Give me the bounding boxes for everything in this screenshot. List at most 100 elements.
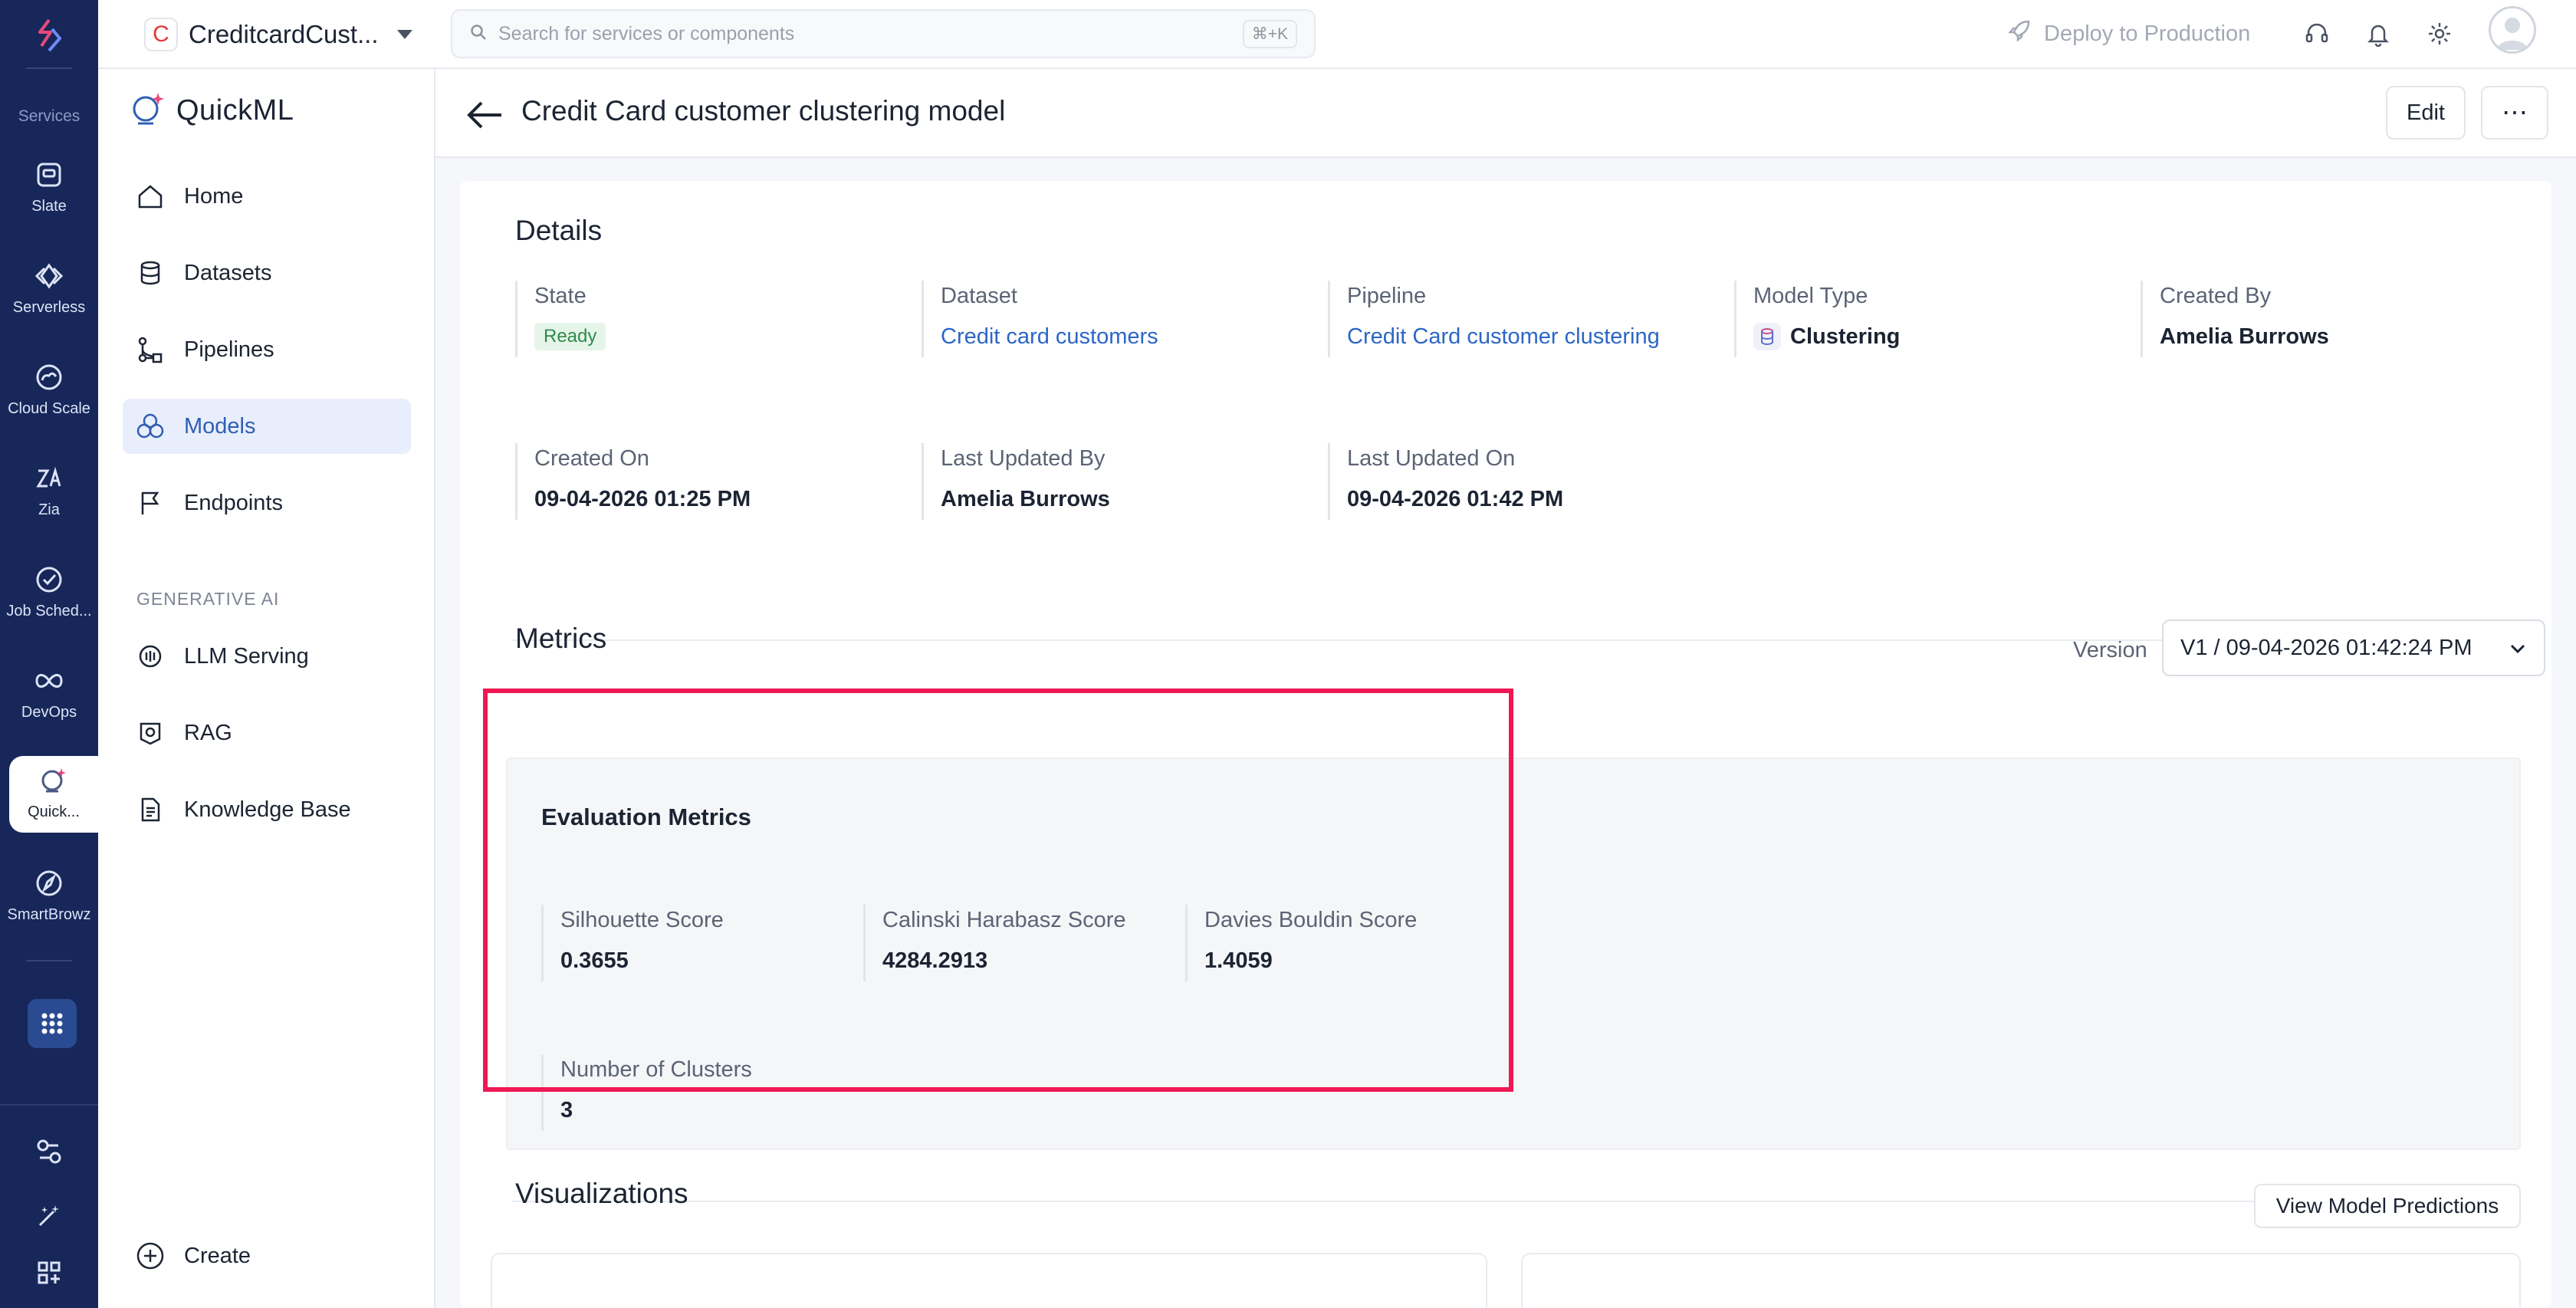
headset-icon[interactable] bbox=[2300, 17, 2334, 51]
pipeline-icon bbox=[133, 333, 167, 366]
created-by-field: Created By Amelia Burrows bbox=[2141, 281, 2509, 357]
slate-icon bbox=[31, 156, 67, 193]
rail-item-label: DevOps bbox=[21, 704, 77, 721]
rail-section-title: Services bbox=[18, 107, 80, 125]
sidebar-item-endpoints[interactable]: Endpoints bbox=[123, 475, 411, 531]
catalyst-logo-icon[interactable] bbox=[26, 15, 72, 61]
status-badge: Ready bbox=[534, 323, 606, 350]
home-icon bbox=[133, 179, 167, 213]
version-select[interactable]: V1 / 09-04-2026 01:42:24 PM bbox=[2162, 619, 2545, 676]
project-switcher[interactable]: C CreditcardCust... bbox=[144, 15, 412, 54]
deploy-label: Deploy to Production bbox=[2044, 21, 2251, 46]
deploy-to-production-button[interactable]: Deploy to Production bbox=[2007, 17, 2250, 51]
created-on-label: Created On bbox=[534, 446, 649, 471]
quickml-logo-icon bbox=[129, 90, 167, 132]
metric-value: 3 bbox=[560, 1098, 573, 1122]
created-on-field: Created On 09-04-2026 01:25 PM bbox=[515, 443, 883, 520]
sidebar-item-llm-serving[interactable]: LLM Serving bbox=[123, 629, 411, 684]
last-updated-on-field: Last Updated On 09-04-2026 01:42 PM bbox=[1328, 443, 1696, 520]
rail-item-zia[interactable]: Zia bbox=[0, 443, 98, 535]
rail-item-cloud-scale[interactable]: Cloud Scale bbox=[0, 342, 98, 434]
create-label: Create bbox=[184, 1243, 251, 1268]
check-circle-icon bbox=[31, 561, 67, 598]
pipeline-label: Pipeline bbox=[1347, 284, 1427, 308]
rail-item-quickml[interactable]: Quick... bbox=[9, 756, 98, 833]
sidebar-item-label: Home bbox=[184, 183, 244, 209]
visualization-panel-left bbox=[491, 1253, 1487, 1308]
state-field: State Ready bbox=[515, 281, 883, 357]
sidebar-item-models[interactable]: Models bbox=[123, 399, 411, 454]
rail-item-label: Serverless bbox=[12, 299, 86, 316]
widgets-icon[interactable] bbox=[34, 1257, 64, 1288]
sidebar-item-label: LLM Serving bbox=[184, 643, 309, 669]
sidebar-item-pipelines[interactable]: Pipelines bbox=[123, 322, 411, 377]
dataset-link[interactable]: Credit card customers bbox=[941, 324, 1290, 350]
sidebar-item-label: Endpoints bbox=[184, 490, 283, 515]
rail-item-devops[interactable]: DevOps bbox=[0, 646, 98, 738]
rail-divider bbox=[26, 67, 72, 69]
rail-item-label: Cloud Scale bbox=[8, 400, 90, 417]
bell-icon[interactable] bbox=[2361, 17, 2395, 51]
quickml-brand: QuickML bbox=[129, 87, 294, 133]
llm-icon bbox=[133, 639, 167, 673]
rail-item-serverless[interactable]: Serverless bbox=[0, 241, 98, 333]
rail-item-job-scheduling[interactable]: Job Sched... bbox=[0, 544, 98, 636]
top-bar: C CreditcardCust... ⌘+K Deploy to Produc… bbox=[98, 0, 2576, 69]
metrics-heading: Metrics bbox=[515, 623, 607, 654]
rail-item-label: Job Sched... bbox=[6, 603, 92, 619]
flag-icon bbox=[133, 486, 167, 520]
gear-icon[interactable] bbox=[2423, 17, 2456, 51]
version-label: Version bbox=[2073, 638, 2147, 662]
magic-wand-icon[interactable] bbox=[34, 1201, 64, 1231]
document-icon bbox=[133, 793, 167, 827]
avatar[interactable] bbox=[2489, 6, 2536, 54]
model-type-field: Model Type Clustering bbox=[1734, 281, 2102, 357]
integrations-icon[interactable] bbox=[34, 1136, 64, 1167]
last-updated-on-value: 09-04-2026 01:42 PM bbox=[1347, 487, 1564, 511]
created-by-label: Created By bbox=[2160, 284, 2272, 308]
chevron-down-icon bbox=[2509, 636, 2527, 661]
apps-grid-icon[interactable] bbox=[28, 999, 77, 1048]
quickml-icon bbox=[35, 762, 72, 799]
rail-item-label: Slate bbox=[31, 198, 67, 215]
sidebar-item-knowledge-base[interactable]: Knowledge Base bbox=[123, 782, 411, 837]
search-input[interactable] bbox=[498, 22, 1232, 45]
global-search[interactable]: ⌘+K bbox=[451, 9, 1316, 58]
last-updated-by-label: Last Updated By bbox=[941, 446, 1106, 471]
models-icon bbox=[133, 409, 167, 443]
sidebar-item-label: Knowledge Base bbox=[184, 797, 351, 822]
chevron-down-icon bbox=[396, 30, 412, 39]
section-divider bbox=[512, 1201, 2521, 1202]
metrics-highlight-box bbox=[483, 689, 1513, 1092]
create-button[interactable]: Create bbox=[123, 1228, 411, 1283]
rail-item-label: Quick... bbox=[28, 804, 80, 820]
view-model-predictions-button[interactable]: View Model Predictions bbox=[2254, 1184, 2521, 1228]
created-by-value: Amelia Burrows bbox=[2160, 324, 2329, 349]
zia-icon bbox=[31, 460, 67, 497]
visualizations-heading: Visualizations bbox=[515, 1178, 688, 1209]
sidebar-item-home[interactable]: Home bbox=[123, 169, 411, 224]
sidebar-item-datasets[interactable]: Datasets bbox=[123, 245, 411, 301]
edit-button[interactable]: Edit bbox=[2386, 86, 2466, 140]
back-arrow-icon[interactable] bbox=[463, 94, 506, 136]
rail-item-slate[interactable]: Slate bbox=[0, 140, 98, 232]
page-title: Credit Card customer clustering model bbox=[521, 95, 1006, 127]
sidebar-item-rag[interactable]: RAG bbox=[123, 705, 411, 761]
dataset-field: Dataset Credit card customers bbox=[922, 281, 1290, 357]
project-name: CreditcardCust... bbox=[189, 20, 379, 48]
infinity-icon bbox=[31, 662, 67, 699]
pipeline-link[interactable]: Credit Card customer clustering bbox=[1347, 324, 1696, 350]
rail-divider bbox=[26, 960, 72, 961]
model-type-label: Model Type bbox=[1753, 284, 1868, 308]
sidebar-item-label: RAG bbox=[184, 720, 232, 745]
sidebar-item-label: Datasets bbox=[184, 260, 272, 285]
rail-item-smartbrowz[interactable]: SmartBrowz bbox=[0, 848, 98, 940]
services-rail: Services Slate Serverless Cloud Scale Zi… bbox=[0, 0, 98, 1308]
state-label: State bbox=[534, 284, 586, 308]
more-options-button[interactable]: ⋯ bbox=[2481, 86, 2548, 140]
rail-item-label: Zia bbox=[38, 501, 60, 518]
sidebar-item-label: Pipelines bbox=[184, 337, 274, 362]
dataset-label: Dataset bbox=[941, 284, 1017, 308]
visualization-panel-right bbox=[1521, 1253, 2521, 1308]
rocket-icon bbox=[2007, 18, 2032, 49]
